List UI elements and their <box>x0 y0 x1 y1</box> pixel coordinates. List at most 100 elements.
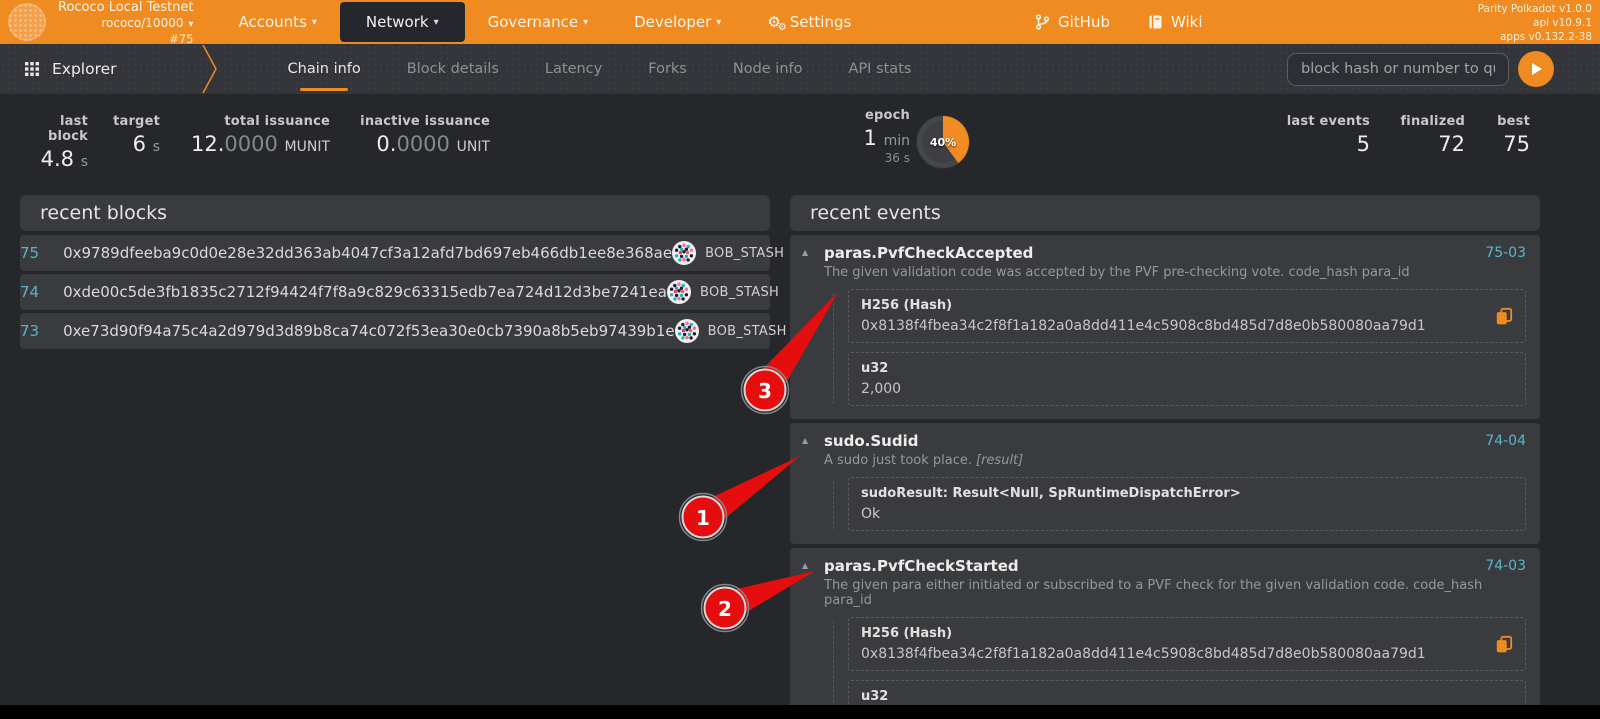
field-value: 0x8138f4fbea34c2f8f1a182a0a8dd411e4c5908… <box>861 318 1426 334</box>
annotation-badge-3: 3 <box>740 365 790 415</box>
tab-api-stats[interactable]: API stats <box>826 44 935 94</box>
book-icon <box>1149 15 1162 29</box>
field-type: u32 <box>861 689 889 704</box>
event-card-pvf-check-accepted: ▲ paras.PvfCheckAccepted The given valid… <box>790 235 1540 419</box>
stat-last-block: last block 4.8 s <box>40 114 88 171</box>
block-author[interactable]: BOB_STASH <box>675 319 787 343</box>
block-hash: 0xe73d90f94a75c4a2d979d3d89b8ca74c072f53… <box>63 322 675 340</box>
collapse-toggle-icon[interactable]: ▲ <box>802 244 824 257</box>
chain-spec[interactable]: rococo/10000 ▾ <box>58 16 194 32</box>
menu-accounts[interactable]: Accounts ▾ <box>216 0 340 44</box>
tab-latency[interactable]: Latency <box>522 44 625 94</box>
block-query-input[interactable] <box>1287 52 1509 86</box>
block-author-name: BOB_STASH <box>699 284 780 300</box>
collapse-toggle-icon[interactable]: ▲ <box>802 432 824 445</box>
event-field-hash: H256 (Hash) 0x8138f4fbea34c2f8f1a182a0a8… <box>848 617 1526 671</box>
menu-governance[interactable]: Governance ▾ <box>465 0 612 44</box>
panel-title: recent blocks <box>40 202 168 224</box>
annotation-badge-2: 2 <box>700 583 750 633</box>
copy-icon[interactable] <box>1495 635 1513 653</box>
wiki-link[interactable]: Wiki <box>1148 13 1203 31</box>
event-block-index-link[interactable]: 74-03 <box>1485 558 1526 574</box>
summary-stats: last block 4.8 s target 6 s total issuan… <box>0 94 1600 194</box>
chevron-down-icon: ▾ <box>433 16 439 28</box>
menu-developer[interactable]: Developer ▾ <box>611 0 744 44</box>
top-navigation-bar: Rococo Local Testnet rococo/10000 ▾ #75 A… <box>0 0 1600 46</box>
identicon <box>672 241 696 265</box>
stat-epoch: epoch 1 min 36 s <box>818 108 910 165</box>
field-value: 0x8138f4fbea34c2f8f1a182a0a8dd411e4c5908… <box>861 646 1426 662</box>
field-value: 2,000 <box>861 381 902 397</box>
stat-last-events: last events 5 <box>1286 114 1370 156</box>
svg-text:3: 3 <box>758 379 772 403</box>
stat-total-issuance: total issuance 12.0000 MUNIT <box>190 114 330 156</box>
block-author-name: BOB_STASH <box>705 245 785 261</box>
block-author-name: BOB_STASH <box>707 323 787 339</box>
event-block-index-link[interactable]: 74-04 <box>1485 433 1526 449</box>
collapse-toggle-icon[interactable]: ▲ <box>802 557 824 570</box>
recent-blocks-panel: recent blocks 75 0x9789dfeeba9c0d0e28e32… <box>20 195 786 352</box>
block-author[interactable]: BOB_STASH <box>672 241 784 265</box>
stat-target: target 6 s <box>113 114 160 156</box>
git-branch-icon <box>1035 14 1050 30</box>
block-number-link[interactable]: 74 <box>20 283 39 301</box>
event-field-sudo-result: sudoResult: Result<Null, SpRuntimeDispat… <box>848 477 1526 531</box>
event-description: The given para either initiated or subsc… <box>824 578 1483 608</box>
apps-version: apps v0.132.2-38 <box>1499 30 1592 43</box>
field-value: Ok <box>861 506 881 522</box>
brand: Rococo Local Testnet rococo/10000 ▾ #75 <box>0 0 194 46</box>
epoch-progress-percent: 40% <box>929 135 957 149</box>
explorer-tabs: Chain info Block details Latency Forks N… <box>265 44 935 94</box>
block-hash: 0xde00c5de3fb1835c2712f94424f7f8a9c829c6… <box>63 283 667 301</box>
svg-text:1: 1 <box>696 506 710 530</box>
copy-icon[interactable] <box>1495 307 1513 325</box>
menu-network[interactable]: Network ▾ <box>339 2 465 42</box>
play-icon <box>1531 63 1542 75</box>
field-type: sudoResult: Result<Null, SpRuntimeDispat… <box>861 486 1241 501</box>
recent-events-header: recent events <box>790 195 1540 231</box>
event-field-u32: u32 2,000 <box>848 680 1526 705</box>
event-card-pvf-check-started: ▲ paras.PvfCheckStarted The given para e… <box>790 548 1540 705</box>
menu-settings[interactable]: ⚙ ⚙ Settings <box>744 0 874 44</box>
tab-block-details[interactable]: Block details <box>384 44 522 94</box>
event-card-sudid: ▲ sudo.Sudid A sudo just took place. [res… <box>790 423 1540 544</box>
svg-text:2: 2 <box>718 597 732 621</box>
event-field-u32: u32 2,000 <box>848 352 1526 406</box>
epoch-progress-donut: 40% <box>917 116 969 168</box>
chain-meta[interactable]: Rococo Local Testnet rococo/10000 ▾ #75 <box>58 0 194 46</box>
polkadot-apps-explorer: Rococo Local Testnet rococo/10000 ▾ #75 A… <box>0 0 1600 705</box>
query-submit-button[interactable] <box>1518 51 1554 87</box>
explorer-tab-bar: Explorer Chain info Block details Latenc… <box>0 44 1600 94</box>
chevron-down-icon: ▾ <box>583 16 589 28</box>
tab-node-info[interactable]: Node info <box>710 44 826 94</box>
recent-blocks-header: recent blocks <box>20 195 770 231</box>
github-link[interactable]: GitHub <box>1035 13 1110 31</box>
panel-title: recent events <box>810 202 941 224</box>
field-type: u32 <box>861 361 889 376</box>
block-query <box>1287 44 1600 94</box>
api-version: api v10.9.1 <box>1533 16 1592 29</box>
block-author[interactable]: BOB_STASH <box>667 280 779 304</box>
event-description-param: [result] <box>976 453 1024 468</box>
main-menu: Accounts ▾ Network ▾ Governance ▾ Developer… <box>216 0 875 44</box>
block-row: 75 0x9789dfeeba9c0d0e28e32dd363ab4047cf3… <box>20 235 784 271</box>
event-name: paras.PvfCheckStarted <box>824 557 1019 575</box>
stat-finalized: finalized 72 <box>1400 114 1465 156</box>
tab-chain-info[interactable]: Chain info <box>265 44 384 94</box>
field-type: H256 (Hash) <box>861 626 953 641</box>
epoch-elapsed: 36 s <box>884 151 910 165</box>
version-info: Parity Polkadot v1.0.0 api v10.9.1 apps … <box>1478 3 1592 45</box>
event-description: A sudo just took place. [result] <box>824 453 1024 468</box>
chevron-down-icon: ▾ <box>716 16 722 28</box>
block-number-link[interactable]: 75 <box>20 244 39 262</box>
chevron-separator-icon <box>201 44 219 94</box>
event-field-hash: H256 (Hash) 0x8138f4fbea34c2f8f1a182a0a8… <box>848 289 1526 343</box>
block-hash: 0x9789dfeeba9c0d0e28e32dd363ab4047cf3a12… <box>63 244 673 262</box>
tab-forks[interactable]: Forks <box>625 44 710 94</box>
chevron-down-icon: ▾ <box>188 19 194 31</box>
section-explorer[interactable]: Explorer <box>0 44 143 94</box>
identicon <box>675 319 699 343</box>
block-number-link[interactable]: 73 <box>20 322 39 340</box>
event-block-index-link[interactable]: 75-03 <box>1485 245 1526 261</box>
chain-logo[interactable] <box>8 3 46 41</box>
